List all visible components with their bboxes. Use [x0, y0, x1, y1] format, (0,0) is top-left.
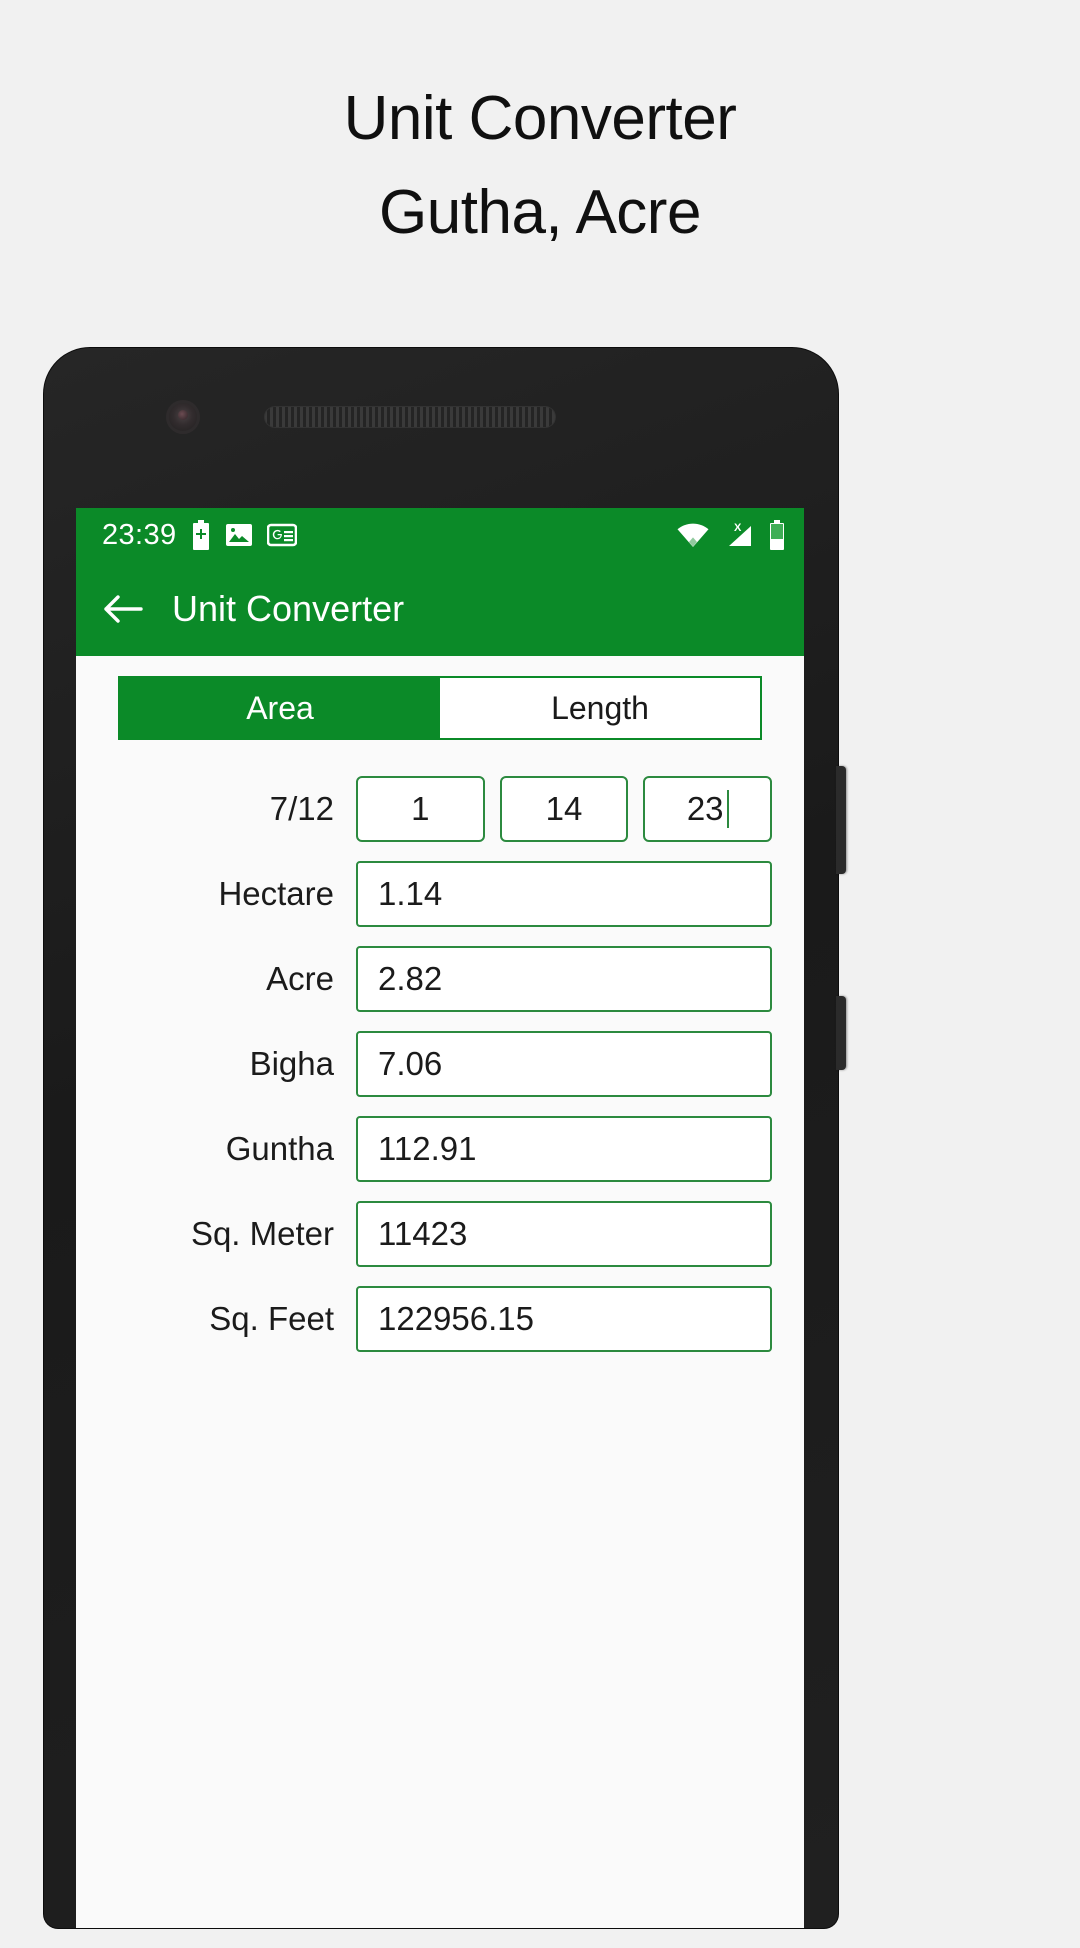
image-icon [225, 522, 253, 548]
battery-icon [768, 520, 786, 550]
row-guntha: Guntha 112.91 [108, 1116, 772, 1182]
field-sq-feet-value: 122956.15 [378, 1300, 534, 1337]
front-camera-icon [166, 400, 200, 434]
tab-bar-container: Area Length [76, 656, 804, 740]
svg-text:X: X [734, 522, 742, 534]
row-712: 7/12 1 14 23 [108, 776, 773, 842]
field-guntha[interactable]: 112.91 [356, 1116, 772, 1182]
row-sq-meter: Sq. Meter 11423 [108, 1201, 772, 1267]
row-sq-feet: Sq. Feet 122956.15 [108, 1286, 772, 1352]
promo-title-line-2: Gutha, Acre [379, 178, 701, 248]
row-sq-feet-label: Sq. Feet [209, 1300, 334, 1337]
tab-bar: Area Length [118, 676, 762, 740]
field-acre[interactable]: 2.82 [356, 946, 772, 1012]
field-712-part3[interactable]: 23 [643, 776, 773, 842]
field-sq-meter-value: 11423 [378, 1215, 468, 1252]
tab-length[interactable]: Length [440, 678, 760, 738]
field-hectare[interactable]: 1.14 [356, 861, 772, 927]
power-button[interactable] [836, 766, 846, 874]
google-news-icon [266, 523, 297, 547]
volume-button[interactable] [836, 996, 846, 1070]
row-bigha: Bigha 7.06 [108, 1031, 772, 1097]
field-acre-value: 2.82 [378, 960, 443, 997]
row-sq-meter-label: Sq. Meter [190, 1215, 334, 1252]
earpiece-speaker-grille [264, 406, 556, 428]
field-bigha[interactable]: 7.06 [356, 1031, 772, 1097]
row-712-label: 7/12 [269, 790, 334, 827]
status-bar: 23:39 X [76, 508, 804, 562]
row-bigha-label: Bigha [249, 1045, 334, 1082]
tab-area-label: Area [246, 689, 314, 726]
battery-plus-icon [191, 520, 211, 550]
tab-length-label: Length [551, 689, 649, 726]
promo-title-line-1: Unit Converter [343, 84, 737, 153]
text-caret [726, 790, 729, 828]
no-sim-signal-icon: X [723, 521, 755, 549]
field-bigha-value: 7.06 [378, 1045, 443, 1082]
wifi-icon [676, 522, 710, 548]
field-712-part2-value: 14 [545, 790, 583, 827]
phone-mockup: 23:39 X Unit Converter Area Length 7/12 … [44, 348, 846, 1948]
phone-screen: 23:39 X Unit Converter Area Length 7/12 … [76, 508, 804, 1928]
field-sq-feet[interactable]: 122956.15 [356, 1286, 772, 1352]
row-guntha-label: Guntha [225, 1130, 334, 1167]
field-sq-meter[interactable]: 11423 [356, 1201, 772, 1267]
app-bar: Unit Converter [76, 562, 804, 656]
field-712-part1[interactable]: 1 [356, 776, 485, 842]
row-acre-label: Acre [266, 960, 334, 997]
tab-area[interactable]: Area [120, 678, 440, 738]
promo-header: Unit Converter Gutha, Acre [0, 0, 1080, 260]
field-712-part3-value: 23 [686, 790, 724, 827]
field-712-part1-value: 1 [411, 790, 430, 827]
field-hectare-value: 1.14 [378, 875, 443, 912]
status-bar-right: X [676, 520, 786, 550]
arrow-left-icon[interactable] [102, 593, 144, 625]
page-title: Unit Converter [172, 588, 405, 629]
field-guntha-value: 112.91 [378, 1130, 477, 1167]
status-bar-clock: 23:39 [102, 518, 177, 551]
conversion-form: 7/12 1 14 23 Hectare 1.14 Acre 2.82 Bigh… [76, 740, 804, 1352]
status-bar-left: 23:39 [102, 519, 297, 552]
row-712-fields: 1 14 23 [356, 776, 773, 842]
row-hectare: Hectare 1.14 [108, 861, 772, 927]
row-hectare-label: Hectare [218, 875, 334, 912]
field-712-part2[interactable]: 14 [499, 776, 629, 842]
row-acre: Acre 2.82 [108, 946, 772, 1012]
